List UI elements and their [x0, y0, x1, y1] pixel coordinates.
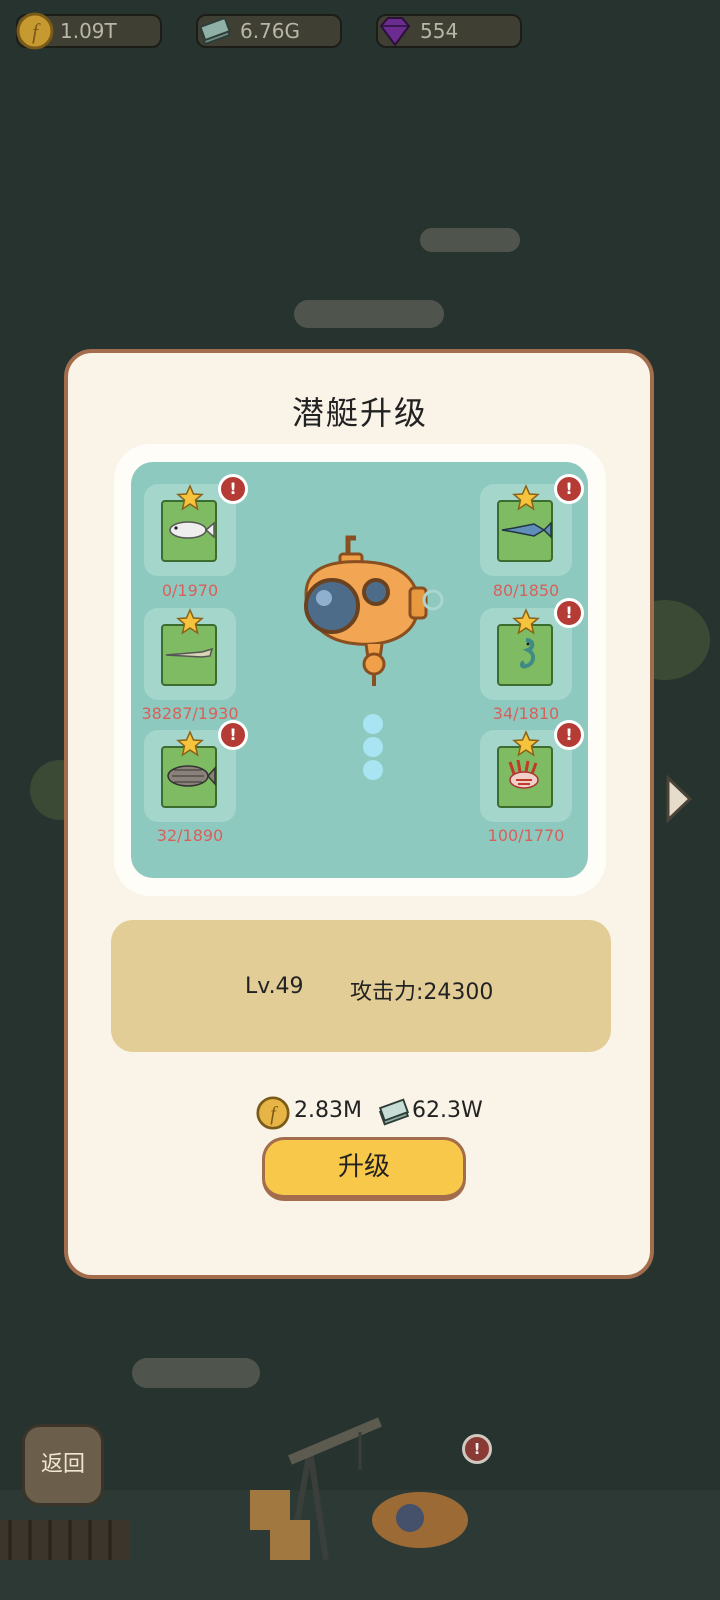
fish-count: 0/1970	[161, 581, 219, 600]
star-icon	[176, 484, 204, 511]
lionfish-icon	[508, 760, 539, 789]
alert-badge: !	[218, 474, 248, 504]
fish-count: 38287/1930	[141, 704, 239, 723]
cash-cost: 62.3W	[412, 1098, 483, 1123]
alert-badge: !	[218, 720, 248, 750]
star-icon	[512, 730, 540, 757]
star-icon	[512, 608, 540, 635]
fish-count: 34/1810	[492, 704, 560, 723]
next-arrow-icon[interactable]	[662, 774, 694, 824]
fish-count: 80/1850	[492, 581, 560, 600]
blue-swordfish-icon	[501, 521, 552, 539]
cash-stack-icon	[199, 16, 231, 46]
gem-counter: 554	[376, 14, 522, 48]
dock-crane-icon	[250, 1417, 468, 1561]
gold-value: 1.09T	[60, 19, 117, 43]
upgrade-indicator-badge: !	[462, 1434, 492, 1464]
bubble-icon	[363, 737, 383, 757]
level-label: Lv.49	[245, 974, 304, 999]
star-icon	[512, 484, 540, 511]
needlefish-icon	[165, 647, 214, 658]
seahorse-icon	[519, 638, 535, 669]
back-button[interactable]: 返回	[22, 1424, 104, 1506]
alert-badge: !	[554, 720, 584, 750]
alert-badge: !	[554, 598, 584, 628]
gold-coin-icon: f	[256, 1096, 290, 1130]
background-cloud	[294, 300, 444, 328]
gold-coin-icon: f	[16, 12, 54, 50]
attack-label: 攻击力:24300	[350, 980, 494, 1005]
dock-pier-icon	[0, 1520, 130, 1560]
dialog-title: 潜艇升级	[291, 394, 428, 432]
fish-slot[interactable]: !	[144, 474, 248, 576]
alert-badge: !	[554, 474, 584, 504]
white-fish-icon	[169, 521, 215, 539]
star-icon	[176, 608, 204, 635]
cash-value: 6.76G	[240, 19, 301, 43]
grouper-icon	[167, 765, 216, 787]
gem-value: 554	[420, 19, 459, 43]
bubble-icon	[363, 714, 383, 734]
cash-stack-icon	[378, 1098, 410, 1126]
fish-count: 100/1770	[487, 826, 565, 845]
background-cloud	[420, 228, 520, 252]
upgrade-button[interactable]: 升级	[262, 1137, 466, 1201]
star-icon	[176, 730, 204, 757]
gold-counter: f 1.09T	[16, 12, 162, 50]
cash-counter: 6.76G	[196, 14, 342, 48]
background-cloud	[132, 1358, 260, 1388]
submarine-icon	[304, 535, 444, 686]
fish-slot[interactable]: !	[480, 474, 584, 576]
fish-slot[interactable]	[144, 608, 236, 700]
fish-slot[interactable]: !	[480, 598, 584, 700]
gold-cost: 2.83M	[294, 1098, 362, 1123]
fish-slot[interactable]: !	[144, 720, 248, 822]
fish-slot[interactable]: !	[480, 720, 584, 822]
fish-count: 32/1890	[156, 826, 224, 845]
purple-gem-icon	[379, 17, 411, 47]
bubble-icon	[363, 760, 383, 780]
